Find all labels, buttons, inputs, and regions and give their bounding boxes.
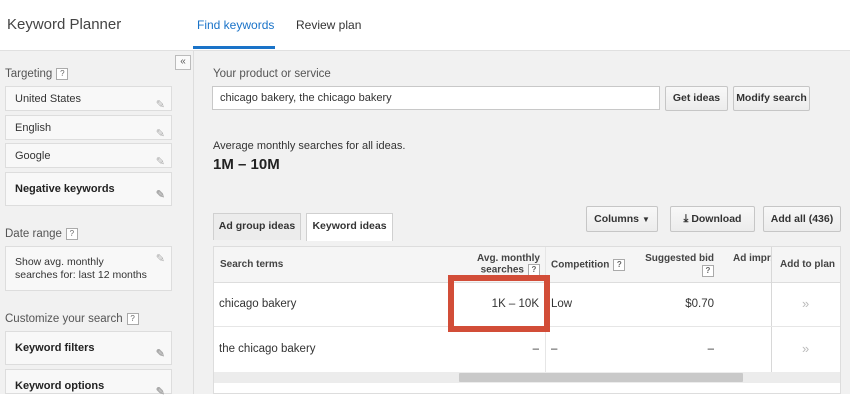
row2-term: the chicago bakery <box>219 343 316 355</box>
columns-label: Columns <box>594 213 640 225</box>
tab-find-keywords[interactable]: Find keywords <box>197 18 274 32</box>
tab-ad-group-ideas[interactable]: Ad group ideas <box>213 213 301 240</box>
pencil-icon: ✎ <box>155 99 165 111</box>
row1-competition: Low <box>551 298 573 310</box>
add-to-plan-icon[interactable]: » <box>802 341 809 356</box>
sidebar-item-label: Negative keywords <box>15 183 115 195</box>
row1-term: chicago bakery <box>219 298 297 310</box>
modify-search-button[interactable]: Modify search <box>733 86 810 111</box>
tab-review-plan[interactable]: Review plan <box>296 18 361 32</box>
help-icon[interactable]: ? <box>56 68 69 80</box>
sidebar-item-label: English <box>15 122 52 134</box>
help-icon[interactable]: ? <box>613 259 626 271</box>
app-title: Keyword Planner <box>7 16 122 33</box>
customize-label: Customize your search? <box>5 313 139 325</box>
help-icon[interactable]: ? <box>702 265 714 277</box>
sidebar-item-label: Keyword options <box>15 380 105 392</box>
date-range-label-text: Date range <box>5 228 62 241</box>
sidebar-item-keyword-options[interactable]: Keyword options ✎ <box>5 369 172 398</box>
collapse-sidebar-button[interactable]: « <box>175 55 191 70</box>
row1-bid: $0.70 <box>685 298 714 310</box>
sidebar-item-label: Keyword filters <box>15 342 95 354</box>
date-range-label: Date range? <box>5 228 78 240</box>
avg-monthly-label: Average monthly searches for all ideas. <box>213 140 406 152</box>
get-ideas-button[interactable]: Get ideas <box>665 86 728 111</box>
sidebar-item-keyword-filters[interactable]: Keyword filters ✎ <box>5 331 172 365</box>
targeting-label: Targeting? <box>5 68 69 81</box>
sidebar-item-negative-keywords[interactable]: Negative keywords ✎ <box>5 172 172 206</box>
col-suggested-bid-label: Suggested bid <box>645 253 714 264</box>
targeting-label-text: Targeting <box>5 68 53 81</box>
col-add-to-plan[interactable]: Add to plan <box>780 259 835 270</box>
download-label: Download <box>691 213 742 225</box>
col-ad-impr[interactable]: Ad impr. <box>733 253 771 264</box>
active-tab-indicator <box>193 46 275 49</box>
top-bar <box>0 0 850 51</box>
row2-bid: – <box>707 343 714 355</box>
avg-monthly-value: 1M – 10M <box>213 156 280 173</box>
dropdown-arrow-icon: ▼ <box>641 215 650 224</box>
product-search-input[interactable] <box>212 86 660 110</box>
column-divider <box>771 247 772 372</box>
date-range-value: Show avg. monthly searches for: last 12 … <box>15 256 147 281</box>
columns-button[interactable]: Columns ▼ <box>586 206 658 232</box>
col-competition-label: Competition <box>551 259 610 271</box>
horizontal-scrollbar-thumb[interactable] <box>459 373 743 382</box>
help-icon[interactable]: ? <box>65 228 78 240</box>
pencil-icon: ✎ <box>155 189 165 201</box>
sidebar-item-language[interactable]: English ✎ <box>5 115 172 140</box>
add-all-button[interactable]: Add all (436) <box>763 206 841 232</box>
help-icon[interactable]: ? <box>126 313 139 325</box>
download-button[interactable]: ⤓ Download <box>670 206 755 232</box>
sidebar-item-network[interactable]: Google ✎ <box>5 143 172 168</box>
date-range-selector[interactable]: Show avg. monthly searches for: last 12 … <box>5 246 172 291</box>
col-search-terms[interactable]: Search terms <box>220 259 283 270</box>
col-avg-monthly-line2: searches <box>480 264 524 276</box>
sidebar-item-location[interactable]: United States ✎ <box>5 86 172 111</box>
col-avg-monthly[interactable]: Avg. monthly searches? <box>470 253 540 276</box>
col-suggested-bid[interactable]: Suggested bid? <box>634 253 714 278</box>
product-label: Your product or service <box>213 68 331 80</box>
add-to-plan-icon[interactable]: » <box>802 296 809 311</box>
sidebar-item-label: United States <box>15 93 82 105</box>
row2-competition: – <box>551 343 558 355</box>
tab-keyword-ideas[interactable]: Keyword ideas <box>306 213 393 241</box>
row2-searches: – <box>532 343 539 355</box>
download-icon: ⤓ <box>683 213 689 225</box>
pencil-icon: ✎ <box>155 253 165 265</box>
col-competition[interactable]: Competition? <box>551 259 626 271</box>
sidebar-item-label: Google <box>15 150 51 162</box>
pencil-icon: ✎ <box>155 386 165 398</box>
pencil-icon: ✎ <box>155 348 165 360</box>
customize-label-text: Customize your search <box>5 313 123 326</box>
col-avg-monthly-line1: Avg. monthly <box>477 253 540 264</box>
highlight-box <box>448 275 550 332</box>
pencil-icon: ✎ <box>155 156 165 168</box>
